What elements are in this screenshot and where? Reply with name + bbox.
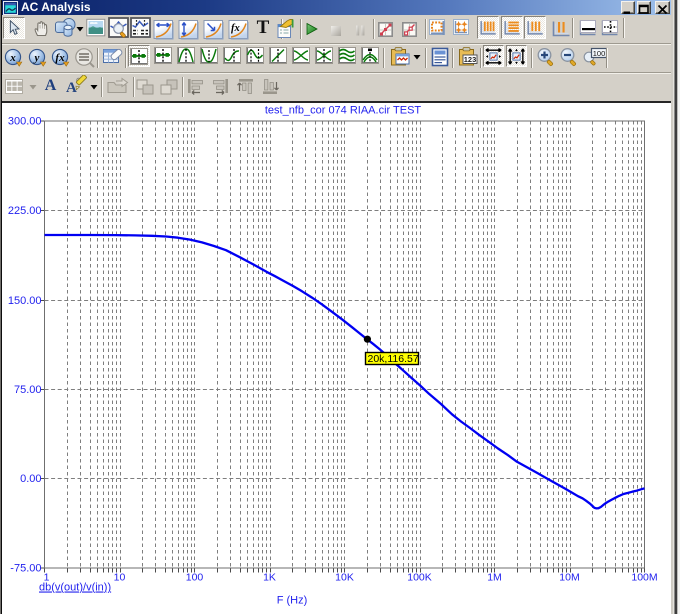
- svg-text:75.00: 75.00: [14, 384, 42, 396]
- svg-text:fx: fx: [231, 23, 240, 34]
- svg-text:1K: 1K: [263, 571, 276, 583]
- svg-text:100: 100: [593, 49, 606, 58]
- svg-text:100: 100: [186, 571, 204, 583]
- svg-text:225.00: 225.00: [8, 205, 42, 217]
- svg-text:10: 10: [114, 571, 126, 583]
- svg-text:10M: 10M: [559, 571, 579, 583]
- svg-text:x: x: [9, 52, 16, 64]
- svg-text:100M: 100M: [631, 571, 657, 583]
- svg-text:150.00: 150.00: [8, 295, 42, 307]
- svg-text:1M: 1M: [487, 571, 502, 583]
- svg-text:F (Hz): F (Hz): [277, 595, 308, 607]
- svg-text:300.00: 300.00: [8, 116, 42, 128]
- svg-text:A: A: [66, 80, 77, 96]
- svg-text:-75.00: -75.00: [10, 563, 41, 575]
- svg-text:test_nfb_cor 074 RIAA.cir TEST: test_nfb_cor 074 RIAA.cir TEST: [265, 105, 422, 117]
- svg-text:20k,116.57: 20k,116.57: [368, 353, 419, 365]
- svg-text:db(v(out)/v(in)): db(v(out)/v(in)): [39, 582, 111, 594]
- svg-text:10K: 10K: [335, 571, 354, 583]
- svg-text:123: 123: [464, 55, 477, 64]
- svg-text:y: y: [32, 52, 39, 64]
- svg-text:0.00: 0.00: [20, 473, 41, 485]
- svg-text:100K: 100K: [407, 571, 432, 583]
